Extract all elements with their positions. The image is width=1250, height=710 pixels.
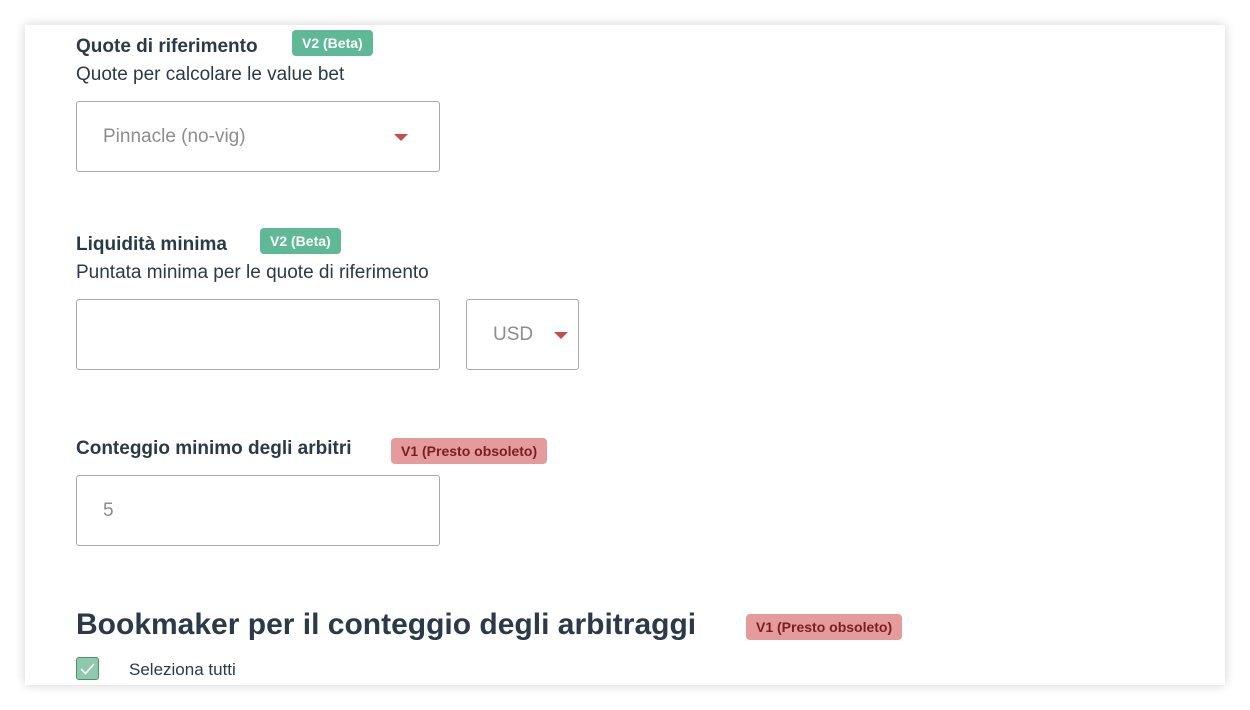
select-all-checkbox[interactable] bbox=[76, 657, 99, 680]
check-icon bbox=[80, 663, 95, 674]
min-liquidity-amount-input[interactable] bbox=[76, 299, 440, 370]
currency-select[interactable]: USD bbox=[466, 299, 579, 370]
min-liquidity-label: Liquidità minima bbox=[76, 234, 227, 255]
min-liquidity-badge: V2 (Beta) bbox=[260, 228, 341, 254]
min-arbiters-badge: V1 (Presto obsoleto) bbox=[391, 438, 548, 464]
select-all-label[interactable]: Seleziona tutti bbox=[129, 660, 236, 680]
chevron-down-icon bbox=[394, 134, 408, 141]
reference-odds-label: Quote di riferimento bbox=[76, 36, 258, 57]
reference-odds-select-value: Pinnacle (no-vig) bbox=[103, 125, 246, 147]
bookmakers-heading: Bookmaker per il conteggio degli arbitra… bbox=[76, 608, 697, 641]
min-arbiters-placeholder: 5 bbox=[103, 499, 114, 521]
min-arbiters-input[interactable]: 5 bbox=[76, 475, 440, 546]
min-arbiters-label: Conteggio minimo degli arbitri bbox=[76, 438, 352, 459]
currency-select-value: USD bbox=[493, 323, 534, 345]
reference-odds-select[interactable]: Pinnacle (no-vig) bbox=[76, 101, 440, 172]
bookmakers-badge: V1 (Presto obsoleto) bbox=[746, 614, 903, 640]
chevron-down-icon bbox=[554, 332, 568, 339]
min-liquidity-description: Puntata minima per le quote di riferimen… bbox=[76, 262, 429, 283]
settings-panel: Quote di riferimento V2 (Beta) Quote per… bbox=[25, 25, 1225, 685]
reference-odds-description: Quote per calcolare le value bet bbox=[76, 64, 345, 85]
reference-odds-badge: V2 (Beta) bbox=[292, 30, 373, 56]
